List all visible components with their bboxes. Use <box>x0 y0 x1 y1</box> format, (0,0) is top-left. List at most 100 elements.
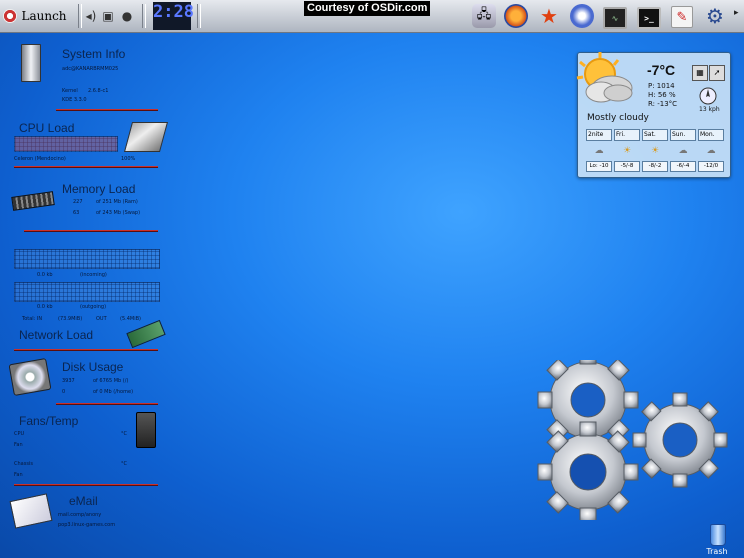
monitor-graph-icon[interactable]: ∿ <box>603 7 627 29</box>
courtesy-banner: Courtesy of OSDir.com <box>304 1 431 16</box>
sysinfo-title: System Info <box>62 47 126 61</box>
fans-fan2-label: Fan <box>14 472 23 478</box>
cpu-chip-icon <box>123 122 169 152</box>
panel-clock[interactable]: 2:28 <box>153 2 194 30</box>
incoming-label: (incoming) <box>80 272 107 278</box>
gears-wallpaper-icon <box>537 360 728 520</box>
weather-condition: Mostly cloudy <box>587 113 649 123</box>
weather-widget: -7°C ▦ ➚ P: 1014 H: 56 % R: -13°C 13 kph… <box>576 52 731 178</box>
kde-version: KDE 3.3.0 <box>62 97 87 103</box>
forecast-day-name: Fri. <box>614 129 640 141</box>
firefox-icon[interactable] <box>504 4 528 28</box>
cloud-icon: ☁ <box>706 146 716 156</box>
partly-sunny-icon: ☀ <box>622 146 632 156</box>
email-account-2: pop3.linux-games.com <box>58 522 116 528</box>
weather-wind-button[interactable]: ➚ <box>709 65 725 81</box>
panel-separator <box>142 4 146 28</box>
network-computer-icon[interactable]: 🖧 <box>472 4 496 28</box>
ram-module-icon <box>11 191 55 211</box>
top-panel: Launch ◂) ▣ ● 2:28 Courtesy of OSDir.com… <box>0 0 744 33</box>
tower-computer-icon <box>21 44 41 82</box>
forecast-temps: -5/-8 <box>614 161 640 172</box>
fans-cpu-unit: °C <box>121 431 127 437</box>
terminal-icon[interactable]: >_ <box>637 7 661 29</box>
panel-separator <box>197 4 201 28</box>
hard-disk-icon <box>8 357 52 397</box>
total-in-value: (73.9MiB) <box>58 316 83 322</box>
cloud-icon: ☁ <box>678 146 688 156</box>
bomb-icon[interactable]: ● <box>120 9 134 23</box>
fans-fan1-label: Fan <box>14 442 23 448</box>
launch-button[interactable]: Launch <box>2 4 68 28</box>
trash-label: Trash <box>706 547 728 556</box>
section-divider <box>56 109 158 110</box>
total-out-label: OUT <box>96 316 107 322</box>
forecast-day: Sun. ☁ -6/-4 <box>670 129 696 172</box>
swap-used: 63 <box>73 210 80 216</box>
section-divider <box>14 484 158 485</box>
swap-total: of 243 Mb (Swap) <box>96 210 141 216</box>
panel-separator <box>78 4 82 28</box>
kernel-label: Kernel <box>62 88 78 94</box>
panel-hide-arrow[interactable]: ▸ <box>734 8 742 24</box>
forecast-day-name: Sun. <box>670 129 696 141</box>
trash-desktop-icon[interactable]: Trash <box>703 524 731 556</box>
settings-gear-icon[interactable]: ⚙ <box>703 4 727 28</box>
email-title: eMail <box>69 494 98 508</box>
star-icon[interactable]: ★ <box>537 4 561 28</box>
fans-cpu-label: CPU <box>14 431 25 437</box>
notes-icon[interactable]: ✎ <box>671 6 693 28</box>
wireless-icon[interactable]: ))) <box>570 4 594 28</box>
fans-chassis-unit: °C <box>121 461 127 467</box>
weather-map-button[interactable]: ▦ <box>692 65 708 81</box>
section-divider <box>56 403 158 404</box>
disk-title: Disk Usage <box>62 360 124 374</box>
section-divider <box>14 166 158 167</box>
forecast-day-name: Mon. <box>698 129 724 141</box>
incoming-value: 0.0 kb <box>37 272 53 278</box>
forecast-temps: Lo: -10 <box>586 161 612 172</box>
fans-title: Fans/Temp <box>19 414 79 428</box>
memory-title: Memory Load <box>62 182 136 196</box>
section-divider <box>24 230 158 231</box>
outgoing-label: (outgoing) <box>80 304 107 310</box>
forecast-day: 2nite ☁ Lo: -10 <box>586 129 612 172</box>
forecast-day-name: 2nite <box>586 129 612 141</box>
forecast-day: Fri. ☀ -5/-8 <box>614 129 640 172</box>
thermometer-icon <box>136 412 156 448</box>
total-out-value: (5.4MiB) <box>120 316 141 322</box>
kernel-value: 2.6.8-c1 <box>88 88 109 94</box>
weather-temperature: -7°C <box>647 62 676 78</box>
mail-envelope-icon <box>9 493 53 529</box>
network-card-icon <box>126 319 166 349</box>
forecast-day: Mon. ☁ -12/0 <box>698 129 724 172</box>
outgoing-value: 0.0 kb <box>37 304 53 310</box>
clock-time: 2:28 <box>153 2 194 22</box>
sysinfo-host: adc@KANARBRMM025 <box>62 66 119 72</box>
desktops-icon[interactable]: ▣ <box>101 9 115 23</box>
total-in-label: Total: IN <box>22 316 43 322</box>
cpu-load-fill <box>15 137 117 151</box>
disk-home-used: 0 <box>62 389 66 395</box>
cpu-name: Celeron (Mendocino) <box>14 156 66 162</box>
trash-can-icon <box>710 524 726 546</box>
cloud-icon: ☁ <box>594 146 604 156</box>
partly-sunny-icon: ☀ <box>650 146 660 156</box>
kmenu-gear-icon <box>3 9 18 23</box>
fans-chassis-label: Chassis <box>14 461 33 467</box>
email-account-1: mail.comp/anony <box>58 512 102 518</box>
speaker-icon[interactable]: ◂) <box>84 9 98 23</box>
weather-realfeel: R: -13°C <box>648 100 678 108</box>
wind-compass-icon <box>699 87 717 105</box>
forecast-temps: -12/0 <box>698 161 724 172</box>
network-title: Network Load <box>19 328 94 342</box>
ram-total: of 251 Mb (Ram) <box>96 199 138 205</box>
net-incoming-graph <box>14 249 160 269</box>
forecast-temps: -8/-2 <box>642 161 668 172</box>
cpu-title: CPU Load <box>19 121 75 135</box>
disk-home-total: of 0 Mb (/home) <box>93 389 134 395</box>
forecast-day: Sat. ☀ -8/-2 <box>642 129 668 172</box>
disk-root-total: of 6765 Mb (/) <box>93 378 129 384</box>
cpu-percent: 100% <box>121 156 136 162</box>
cpu-load-graph <box>14 136 118 152</box>
